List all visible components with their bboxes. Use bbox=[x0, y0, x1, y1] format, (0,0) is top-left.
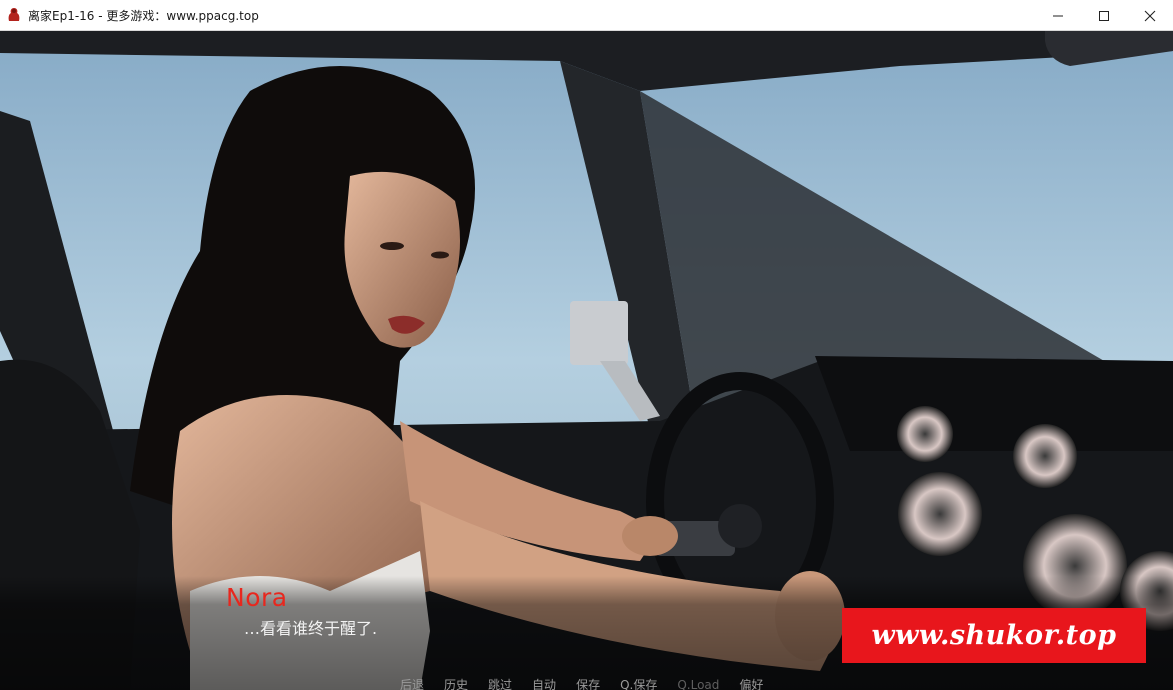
maximize-button[interactable] bbox=[1081, 0, 1127, 31]
close-icon bbox=[1144, 10, 1156, 21]
minimize-button[interactable] bbox=[1035, 0, 1081, 31]
watermark-text: www.shukor.top bbox=[871, 620, 1117, 651]
quick-menu-back[interactable]: 后退 bbox=[400, 678, 424, 690]
watermark-banner: www.shukor.top bbox=[842, 608, 1146, 663]
window-controls bbox=[1035, 0, 1173, 31]
window-titlebar: 离家Ep1-16 - 更多游戏：www.ppacg.top bbox=[0, 0, 1173, 31]
quick-menu-quick-load[interactable]: Q.Load bbox=[677, 678, 719, 690]
quick-menu-preferences[interactable]: 偏好 bbox=[739, 678, 763, 690]
dialogue-text: …看看谁终于醒了. bbox=[244, 619, 378, 638]
minimize-icon bbox=[1053, 15, 1063, 16]
quick-menu-history[interactable]: 历史 bbox=[444, 678, 468, 690]
quick-menu-skip[interactable]: 跳过 bbox=[488, 678, 512, 690]
close-button[interactable] bbox=[1127, 0, 1173, 31]
quick-menu-auto[interactable]: 自动 bbox=[532, 678, 556, 690]
quick-menu: 后退 历史 跳过 自动 保存 Q.保存 Q.Load 偏好 bbox=[400, 678, 783, 690]
quick-menu-save[interactable]: 保存 bbox=[576, 678, 600, 690]
app-icon bbox=[6, 7, 22, 23]
game-viewport[interactable]: Nora …看看谁终于醒了. www.shukor.top 后退 历史 跳过 自… bbox=[0, 31, 1173, 690]
window-title: 离家Ep1-16 - 更多游戏：www.ppacg.top bbox=[28, 8, 259, 23]
quick-menu-quick-save[interactable]: Q.保存 bbox=[620, 678, 657, 690]
maximize-icon bbox=[1099, 10, 1109, 21]
speaker-name: Nora bbox=[226, 583, 288, 612]
